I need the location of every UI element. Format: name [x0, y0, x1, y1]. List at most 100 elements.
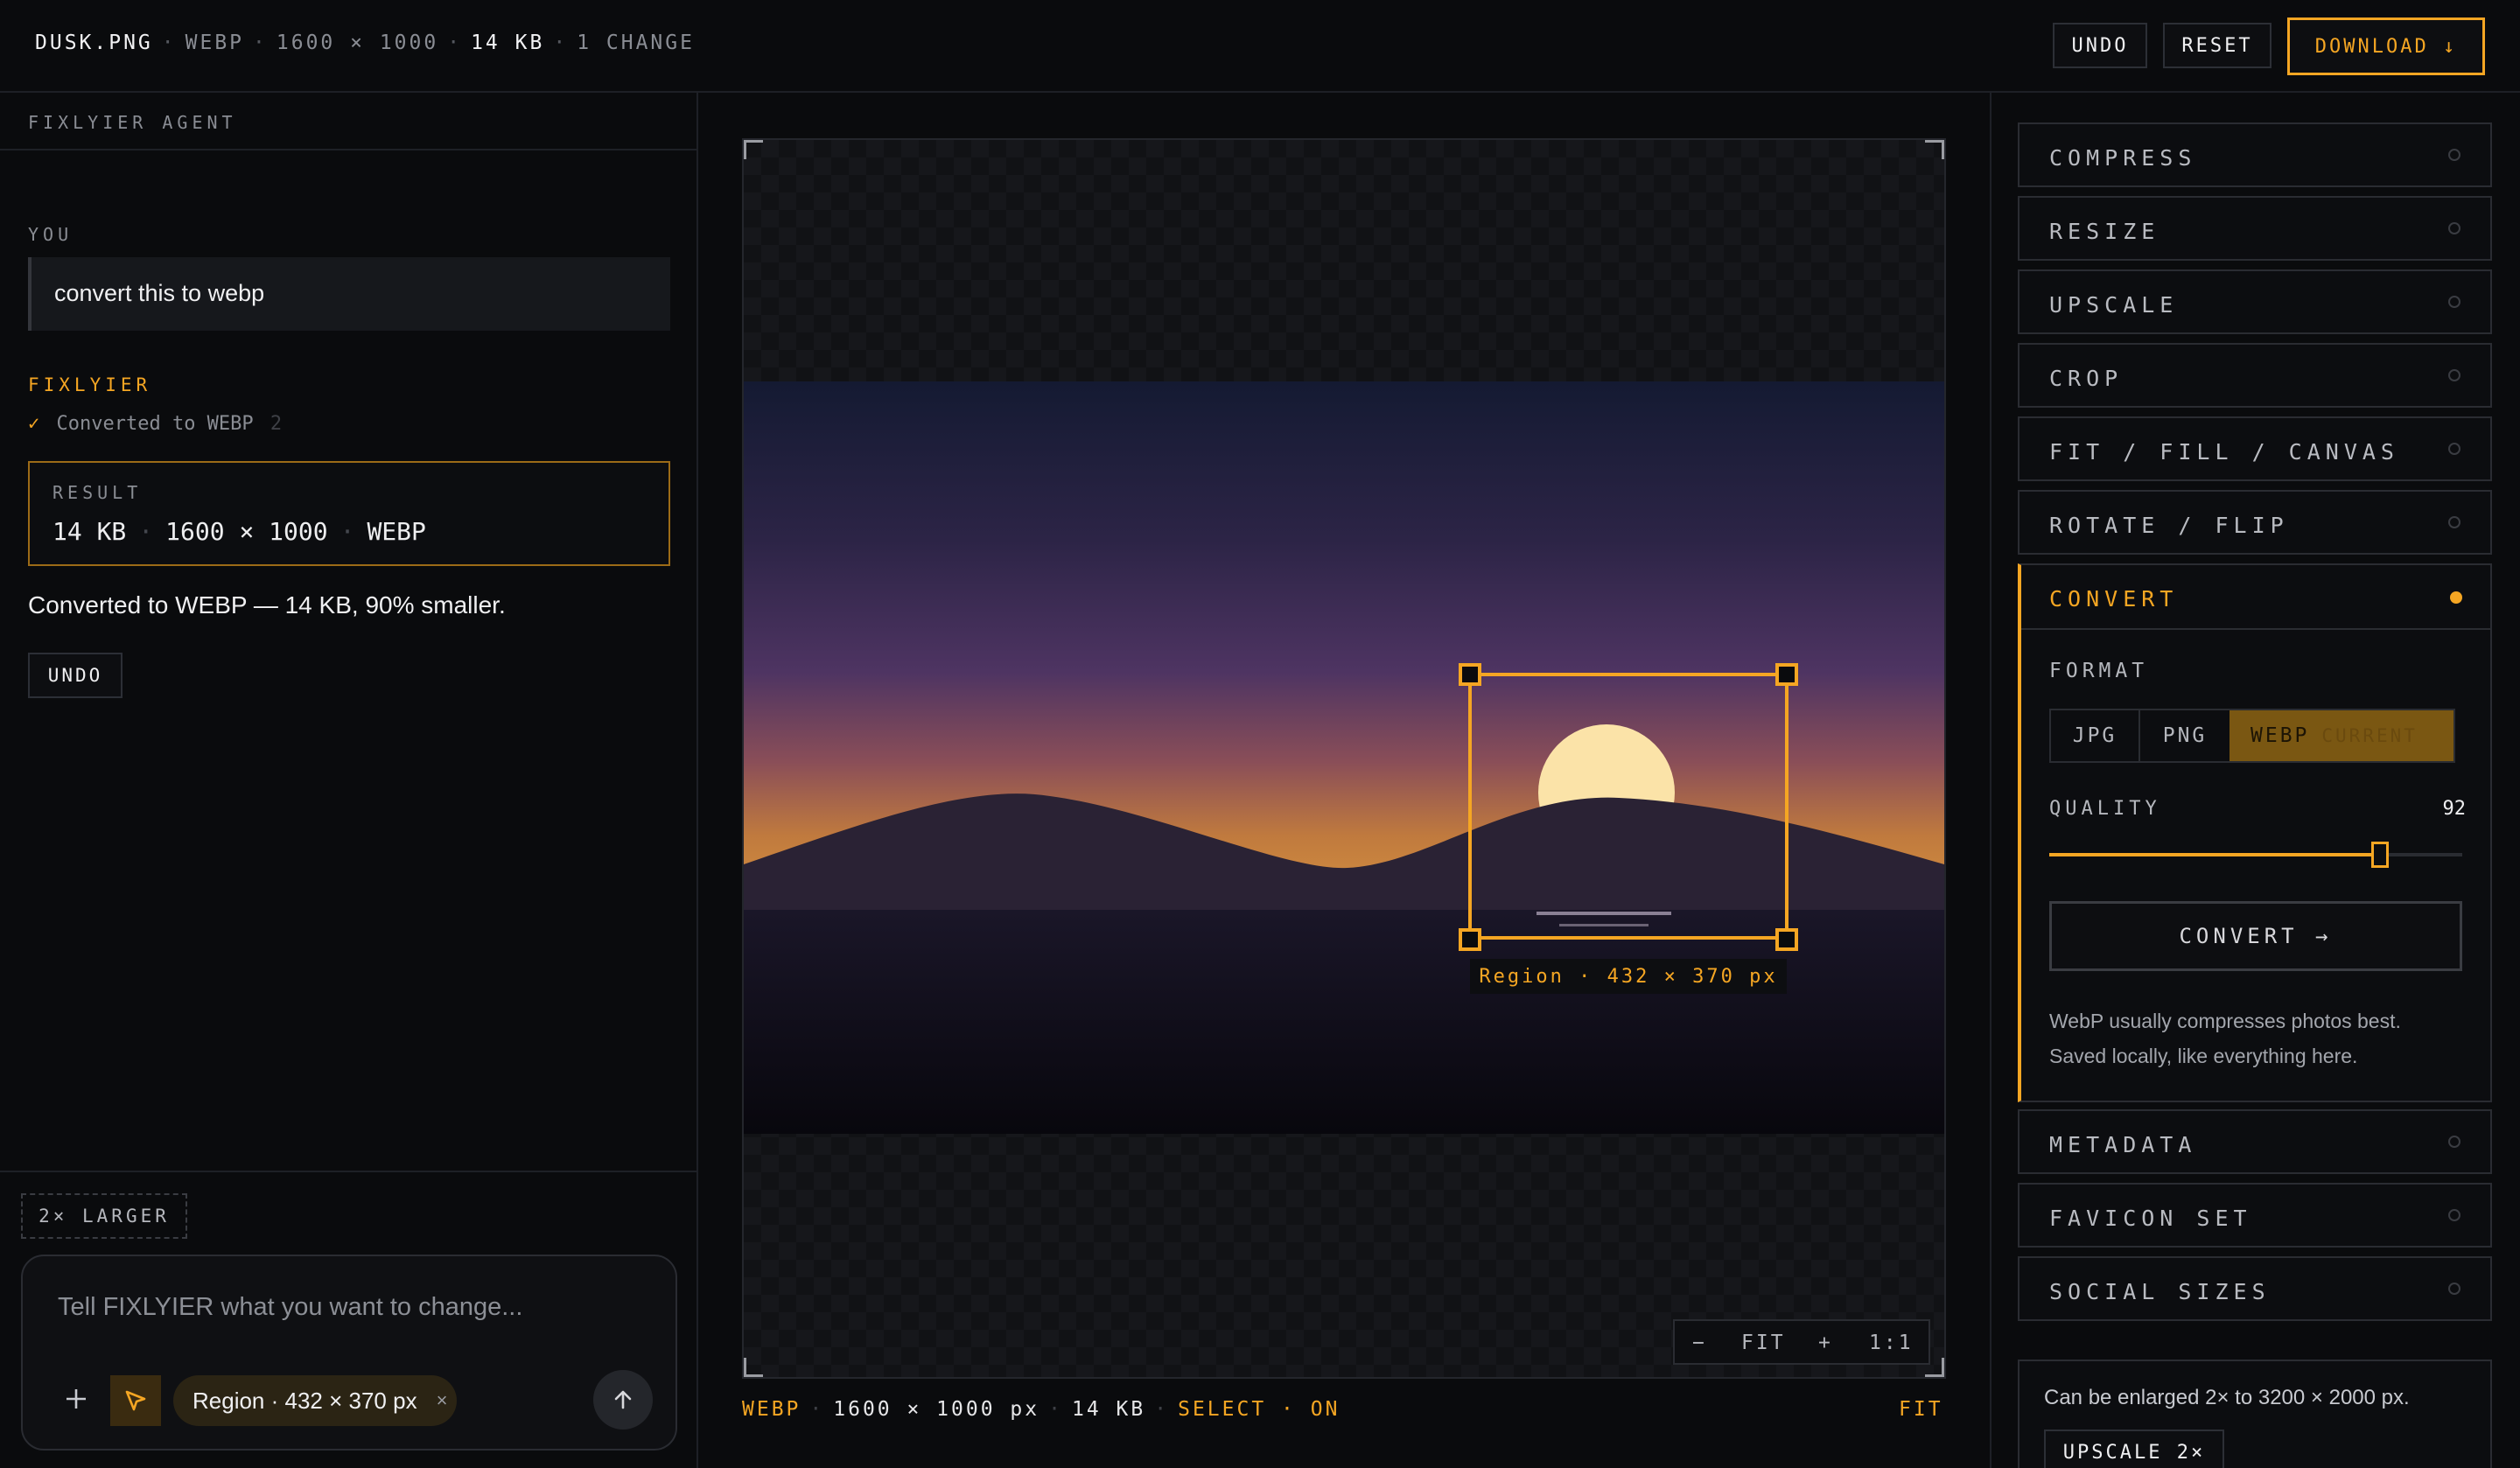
assistant-label: FIXLYIER [28, 374, 152, 395]
tool-label: CONVERT [2049, 586, 2179, 612]
zoom-actual-button[interactable]: 1:1 [1869, 1332, 1914, 1354]
selection-handle-tl[interactable] [1459, 663, 1481, 686]
upscale-2x-button[interactable]: UPSCALE 2× [2044, 1430, 2224, 1468]
change-count: 1 CHANGE [577, 31, 695, 54]
download-button[interactable]: DOWNLOAD ↓ [2287, 17, 2485, 75]
result-dimensions: 1600 × 1000 [165, 517, 328, 546]
composer-divider [0, 1171, 698, 1172]
status-fit[interactable]: FIT [1899, 1398, 1943, 1421]
agent-panel-title: FIXLYIER AGENT [28, 112, 237, 133]
send-button[interactable] [593, 1370, 653, 1430]
format-option-png[interactable]: PNG [2140, 710, 2230, 761]
user-message-bubble: convert this to webp [28, 257, 670, 331]
arrow-up-icon [614, 1390, 632, 1409]
region-chip-close-icon[interactable]: × [437, 1389, 448, 1412]
format-option-webp-note: CURRENT [2321, 725, 2418, 746]
tool-rotate-flip[interactable]: ROTATE / FLIP [2018, 490, 2492, 555]
selection-label: Region · 432 × 370 px [1470, 959, 1787, 994]
selection-handle-br[interactable] [1775, 928, 1798, 951]
zoom-fit-button[interactable]: FIT [1741, 1332, 1786, 1354]
tool-fit-fill-canvas[interactable]: FIT / FILL / CANVAS [2018, 416, 2492, 481]
assistant-summary: Converted to WEBP — 14 KB, 90% smaller. [28, 591, 506, 619]
status-select[interactable]: SELECT · ON [1178, 1398, 1340, 1421]
tool-label: COMPRESS [2049, 145, 2197, 171]
chat-composer: Tell FIXLYIER what you want to change...… [21, 1255, 677, 1451]
quality-slider-fill [2049, 853, 2380, 856]
tool-convert-panel: CONVERT FORMAT JPG PNG WEBP CURRENT QUAL… [2018, 563, 2492, 1102]
tool-crop[interactable]: CROP [2018, 343, 2492, 408]
tool-convert-header[interactable]: CONVERT [2021, 565, 2492, 630]
quality-slider[interactable] [2049, 842, 2462, 868]
suggestion-chip[interactable]: 2× LARGER [21, 1193, 187, 1239]
active-dot-icon [2450, 591, 2462, 604]
undo-button[interactable]: UNDO [2053, 23, 2147, 68]
upscale-hint-text: Can be enlarged 2× to 3200 × 2000 px. [2044, 1386, 2410, 1409]
status-dot-icon [2448, 1209, 2460, 1221]
tool-compress[interactable]: COMPRESS [2018, 122, 2492, 187]
format-option-webp-label: WEBP [2250, 724, 2310, 747]
cursor-arrow-icon[interactable] [110, 1375, 161, 1426]
user-label: YOU [28, 224, 74, 245]
tool-resize[interactable]: RESIZE [2018, 196, 2492, 261]
convert-note-line-2: Saved locally, like everything here. [2049, 1045, 2358, 1067]
result-card: RESULT 14 KB · 1600 × 1000 · WEBP [28, 461, 670, 566]
corner-mark-bl [744, 1358, 763, 1377]
corner-mark-tl [744, 140, 763, 159]
selection-handle-bl[interactable] [1459, 928, 1481, 951]
assistant-status: ✓ Converted to WEBP 2 [28, 413, 282, 435]
region-chip-label: Region · 432 × 370 px [192, 1387, 417, 1414]
tool-label: SOCIAL SIZES [2049, 1279, 2271, 1304]
upscale-hint-card: Can be enlarged 2× to 3200 × 2000 px. UP… [2018, 1360, 2492, 1468]
convert-button[interactable]: CONVERT → [2049, 901, 2462, 971]
status-dot-icon [2448, 1136, 2460, 1148]
format-segmented-control: JPG PNG WEBP CURRENT [2049, 709, 2455, 763]
quality-label: QUALITY [2049, 798, 2161, 820]
status-format: WEBP [742, 1398, 802, 1421]
file-name: DUSK.PNG [35, 31, 153, 54]
tool-label: FIT / FILL / CANVAS [2049, 439, 2399, 465]
tool-label: UPSCALE [2049, 292, 2179, 318]
status-dot-icon [2448, 222, 2460, 234]
tool-favicon-set[interactable]: FAVICON SET [2018, 1183, 2492, 1248]
quality-slider-thumb[interactable] [2371, 842, 2389, 868]
status-dot-icon [2448, 369, 2460, 381]
tool-metadata[interactable]: METADATA [2018, 1109, 2492, 1174]
assistant-status-text: Converted to WEBP [56, 413, 254, 435]
status-dot-icon [2448, 516, 2460, 528]
status-dot-icon [2448, 443, 2460, 455]
result-size: 14 KB [52, 517, 127, 546]
format-option-jpg[interactable]: JPG [2051, 710, 2140, 761]
format-label: FORMAT [2049, 660, 2149, 682]
zoom-in-button[interactable]: + [1818, 1332, 1833, 1354]
tool-label: CROP [2049, 366, 2124, 391]
user-message-text: convert this to webp [54, 280, 265, 306]
status-dot-icon [2448, 149, 2460, 161]
check-icon: ✓ [28, 413, 40, 435]
selection-handle-tr[interactable] [1775, 663, 1798, 686]
result-format: WEBP [367, 517, 426, 546]
status-dot-icon [2448, 296, 2460, 308]
status-size: 14 KB [1071, 1398, 1146, 1421]
canvas-status: WEBP · 1600 × 1000 px · 14 KB · SELECT · ON [742, 1398, 1340, 1421]
agent-undo-button[interactable]: UNDO [28, 653, 122, 698]
tool-upscale[interactable]: UPSCALE [2018, 269, 2492, 334]
file-info: DUSK.PNG · WEBP · 1600 × 1000 · 14 KB · 1 CHANGE [35, 31, 695, 54]
file-dimensions: 1600 × 1000 [276, 31, 439, 54]
tool-social-sizes[interactable]: SOCIAL SIZES [2018, 1256, 2492, 1321]
file-size: 14 KB [471, 31, 545, 54]
plus-icon[interactable] [54, 1377, 98, 1421]
zoom-controls: − FIT + 1:1 [1673, 1319, 1930, 1365]
top-bar: DUSK.PNG · WEBP · 1600 × 1000 · 14 KB · 1 CHANGE… [0, 0, 2520, 93]
chat-input[interactable]: Tell FIXLYIER what you want to change... [58, 1293, 635, 1322]
result-label: RESULT [52, 482, 143, 503]
region-chip[interactable]: Region · 432 × 370 px × [173, 1375, 457, 1426]
corner-mark-tr [1925, 140, 1944, 159]
zoom-out-button[interactable]: − [1692, 1332, 1707, 1354]
quality-value: 92 [2442, 798, 2467, 820]
convert-note-line-1: WebP usually compresses photos best. [2049, 1010, 2401, 1032]
status-dot-icon [2448, 1283, 2460, 1295]
format-option-webp[interactable]: WEBP CURRENT [2230, 710, 2454, 761]
tool-label: FAVICON SET [2049, 1206, 2252, 1231]
selection-region[interactable] [1468, 673, 1788, 940]
reset-button[interactable]: RESET [2163, 23, 2272, 68]
